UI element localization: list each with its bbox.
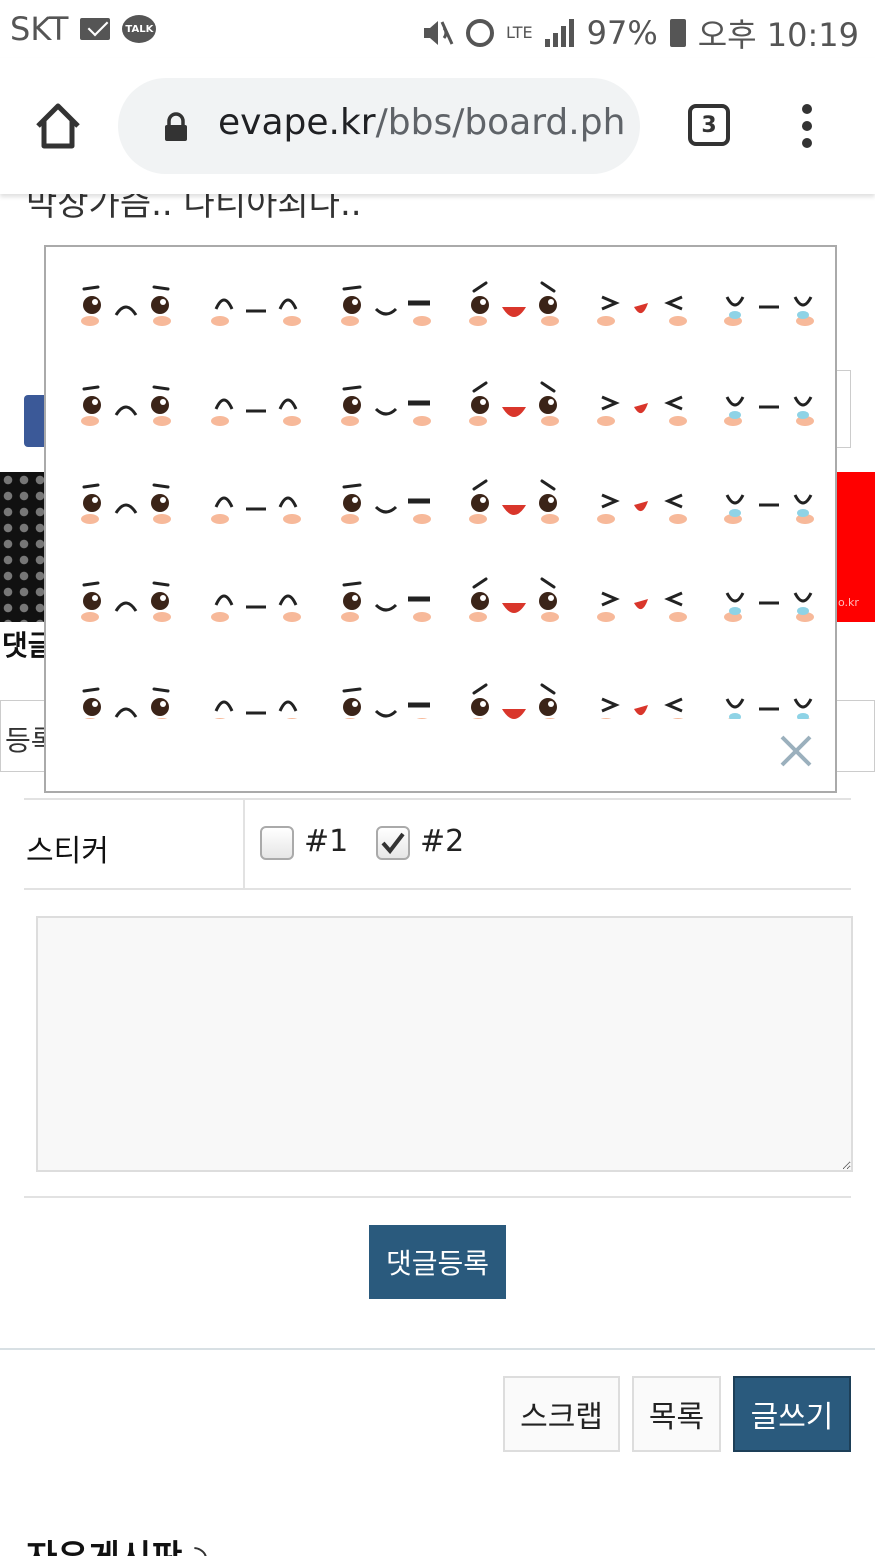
kakaotalk-icon: TALK bbox=[122, 15, 157, 43]
status-left: SKT TALK bbox=[10, 10, 157, 48]
sticker-emoticon[interactable] bbox=[206, 673, 306, 719]
divider bbox=[24, 888, 851, 890]
alarm-icon bbox=[466, 19, 494, 47]
more-menu-icon[interactable] bbox=[800, 104, 814, 148]
url-text: evape.kr/bbs/board.ph bbox=[218, 102, 625, 143]
sticker-emoticon[interactable] bbox=[206, 469, 306, 539]
status-right: LTE 97% 오후 10:19 bbox=[422, 10, 859, 56]
banner-image-left[interactable] bbox=[0, 472, 46, 622]
sticker-emoticon[interactable] bbox=[592, 271, 692, 341]
divider bbox=[24, 798, 851, 800]
sticker-emoticon[interactable] bbox=[206, 271, 306, 341]
sticker-emoticon[interactable] bbox=[719, 673, 819, 719]
sticker-emoticon[interactable] bbox=[336, 673, 436, 719]
sticker-emoticon[interactable] bbox=[464, 567, 564, 637]
divider bbox=[0, 1348, 875, 1350]
lock-icon bbox=[165, 112, 187, 141]
sticker-emoticon[interactable] bbox=[592, 371, 692, 441]
sticker-emoticon[interactable] bbox=[592, 567, 692, 637]
sticker-emoticon[interactable] bbox=[76, 371, 176, 441]
sticker-label: 스티커 bbox=[26, 834, 109, 869]
divider bbox=[24, 1196, 851, 1198]
sticker-emoticon[interactable] bbox=[76, 271, 176, 341]
sticker-emoticon[interactable] bbox=[464, 371, 564, 441]
sticker-emoticon[interactable] bbox=[719, 271, 819, 341]
divider bbox=[243, 800, 245, 890]
sticker-emoticon[interactable] bbox=[336, 371, 436, 441]
sticker-picker-popup bbox=[44, 245, 837, 793]
sticker-grid bbox=[46, 247, 835, 719]
network-type: LTE bbox=[506, 23, 533, 42]
sticker-emoticon[interactable] bbox=[464, 469, 564, 539]
sticker-emoticon[interactable] bbox=[592, 469, 692, 539]
banner-image-right[interactable]: o.kr bbox=[836, 472, 875, 622]
list-button[interactable]: 목록 bbox=[632, 1376, 721, 1452]
sticker-emoticon[interactable] bbox=[719, 371, 819, 441]
sticker-emoticon[interactable] bbox=[719, 469, 819, 539]
battery-icon bbox=[669, 19, 686, 47]
address-bar[interactable]: evape.kr/bbs/board.ph bbox=[118, 78, 640, 174]
sticker-emoticon[interactable] bbox=[464, 271, 564, 341]
sticker-emoticon[interactable] bbox=[76, 567, 176, 637]
sticker-emoticon[interactable] bbox=[76, 673, 176, 719]
signal-icon bbox=[544, 19, 575, 47]
carrier-label: SKT bbox=[10, 10, 69, 48]
battery-percent: 97% bbox=[586, 14, 658, 52]
sticker-emoticon[interactable] bbox=[336, 271, 436, 341]
board-title-text: 자유게시판 bbox=[26, 1538, 182, 1556]
sticker-emoticon[interactable] bbox=[206, 567, 306, 637]
sticker-1-checkbox[interactable] bbox=[260, 826, 294, 860]
comment-submit-button[interactable]: 댓글등록 bbox=[369, 1225, 506, 1299]
sticker-2-checkbox[interactable] bbox=[376, 826, 410, 860]
url-path: /bbs/board.ph bbox=[375, 102, 626, 143]
rss-icon[interactable]: ◝ bbox=[194, 1538, 207, 1556]
sticker-1-label: #1 bbox=[304, 824, 349, 859]
close-icon[interactable] bbox=[776, 731, 816, 771]
sticker-emoticon[interactable] bbox=[336, 469, 436, 539]
comment-textarea[interactable] bbox=[36, 916, 853, 1172]
sticker-emoticon[interactable] bbox=[592, 673, 692, 719]
talk-badge: TALK bbox=[125, 23, 154, 35]
url-domain: evape.kr bbox=[218, 102, 376, 143]
mail-icon bbox=[80, 18, 111, 40]
status-bar: SKT TALK LTE 97% 오후 10:19 bbox=[0, 0, 875, 58]
clock: 오후 10:19 bbox=[697, 16, 859, 54]
tab-switcher-button[interactable]: 3 bbox=[688, 104, 730, 146]
sticker-emoticon[interactable] bbox=[76, 469, 176, 539]
mute-icon bbox=[424, 21, 454, 45]
sticker-emoticon[interactable] bbox=[464, 673, 564, 719]
sticker-emoticon[interactable] bbox=[719, 567, 819, 637]
board-title: 자유게시판 ◝ bbox=[26, 1530, 207, 1556]
write-button[interactable]: 글쓰기 bbox=[733, 1376, 851, 1452]
sticker-2-label: #2 bbox=[420, 824, 465, 859]
scrap-button[interactable]: 스크랩 bbox=[503, 1376, 620, 1452]
sticker-emoticon[interactable] bbox=[206, 371, 306, 441]
banner-text: o.kr bbox=[838, 596, 859, 609]
home-icon[interactable] bbox=[30, 98, 86, 154]
sticker-emoticon[interactable] bbox=[336, 567, 436, 637]
browser-toolbar: evape.kr/bbs/board.ph 3 bbox=[0, 58, 875, 194]
checkmark-icon bbox=[381, 832, 405, 855]
